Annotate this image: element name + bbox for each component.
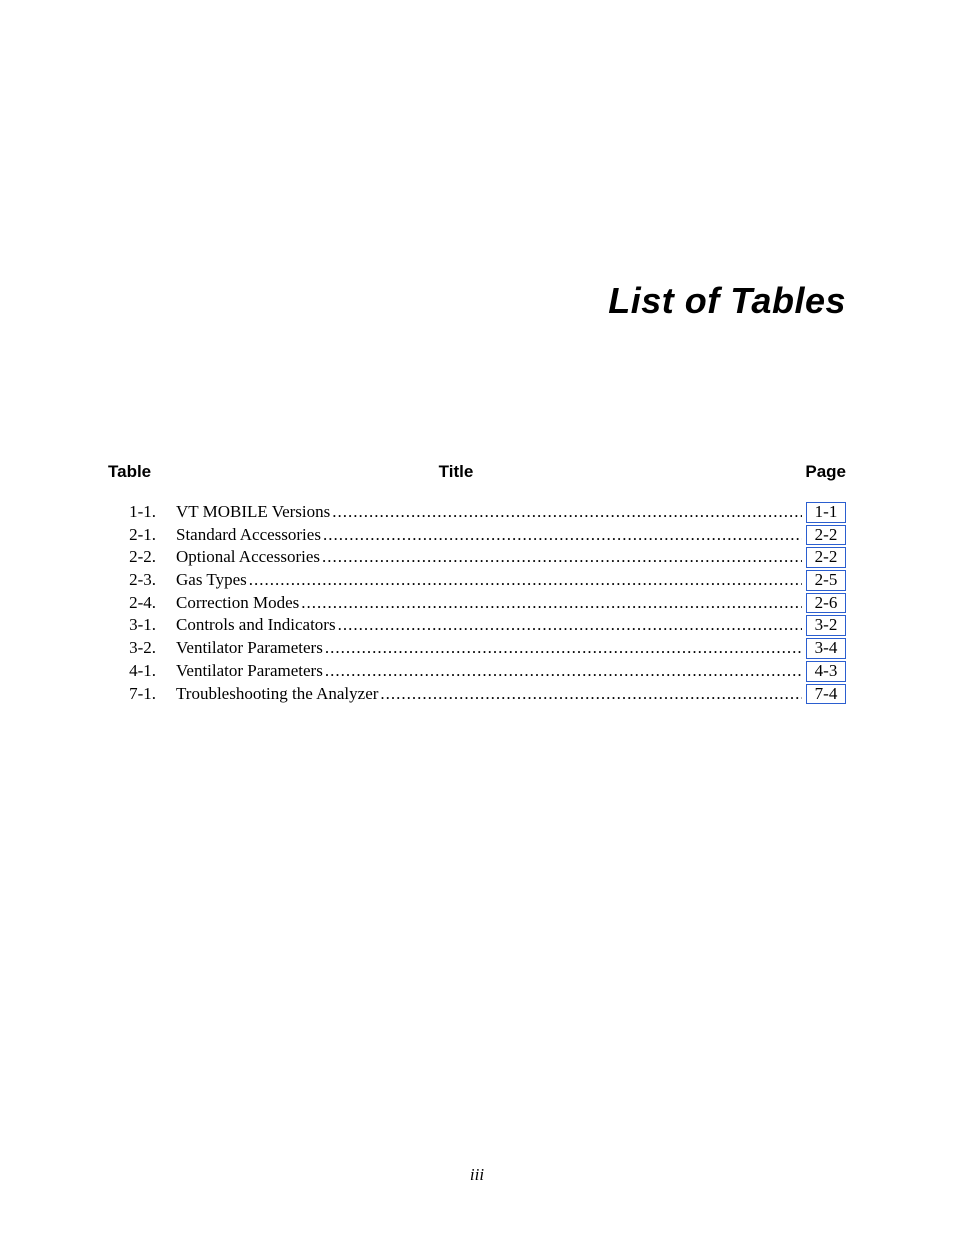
entry-number: 4-1. bbox=[108, 661, 156, 681]
dot-leader bbox=[336, 615, 802, 635]
entry-number: 2-3. bbox=[108, 570, 156, 590]
entry-page-link[interactable]: 1-1 bbox=[806, 502, 846, 523]
dot-leader bbox=[323, 638, 802, 658]
toc-row: 2-1. Standard Accessories 2-2 bbox=[108, 525, 846, 546]
header-title: Title bbox=[176, 462, 786, 482]
header-table: Table bbox=[108, 462, 176, 482]
page-title: List of Tables bbox=[108, 0, 846, 322]
dot-leader bbox=[378, 684, 802, 704]
entry-number: 2-1. bbox=[108, 525, 156, 545]
entry-page-link[interactable]: 2-6 bbox=[806, 593, 846, 614]
entry-title: Correction Modes bbox=[176, 593, 299, 613]
entry-number: 7-1. bbox=[108, 684, 156, 704]
dot-leader bbox=[320, 547, 802, 567]
entry-title: Standard Accessories bbox=[176, 525, 321, 545]
entry-page-link[interactable]: 3-2 bbox=[806, 615, 846, 636]
page-container: List of Tables Table Title Page 1-1. VT … bbox=[0, 0, 954, 1235]
entry-number: 3-2. bbox=[108, 638, 156, 658]
entry-page-link[interactable]: 2-2 bbox=[806, 525, 846, 546]
dot-leader bbox=[247, 570, 802, 590]
toc-row: 2-2. Optional Accessories 2-2 bbox=[108, 547, 846, 568]
entry-page-link[interactable]: 2-2 bbox=[806, 547, 846, 568]
entry-title: Gas Types bbox=[176, 570, 247, 590]
entry-title: Optional Accessories bbox=[176, 547, 320, 567]
toc-container: Table Title Page 1-1. VT MOBILE Versions… bbox=[108, 462, 846, 704]
entry-title: Troubleshooting the Analyzer bbox=[176, 684, 378, 704]
toc-header: Table Title Page bbox=[108, 462, 846, 482]
toc-row: 4-1. Ventilator Parameters 4-3 bbox=[108, 661, 846, 682]
toc-entries: 1-1. VT MOBILE Versions 1-1 2-1. Standar… bbox=[108, 502, 846, 704]
entry-page-link[interactable]: 2-5 bbox=[806, 570, 846, 591]
entry-title: Ventilator Parameters bbox=[176, 661, 323, 681]
dot-leader bbox=[321, 525, 802, 545]
dot-leader bbox=[330, 502, 802, 522]
toc-row: 1-1. VT MOBILE Versions 1-1 bbox=[108, 502, 846, 523]
entry-page-link[interactable]: 4-3 bbox=[806, 661, 846, 682]
entry-number: 2-2. bbox=[108, 547, 156, 567]
entry-number: 3-1. bbox=[108, 615, 156, 635]
toc-row: 2-4. Correction Modes 2-6 bbox=[108, 593, 846, 614]
entry-number: 2-4. bbox=[108, 593, 156, 613]
toc-row: 3-2. Ventilator Parameters 3-4 bbox=[108, 638, 846, 659]
toc-row: 3-1. Controls and Indicators 3-2 bbox=[108, 615, 846, 636]
dot-leader bbox=[323, 661, 802, 681]
entry-page-link[interactable]: 3-4 bbox=[806, 638, 846, 659]
dot-leader bbox=[299, 593, 802, 613]
entry-title: Controls and Indicators bbox=[176, 615, 336, 635]
entry-page-link[interactable]: 7-4 bbox=[806, 684, 846, 705]
entry-title: Ventilator Parameters bbox=[176, 638, 323, 658]
toc-row: 7-1. Troubleshooting the Analyzer 7-4 bbox=[108, 684, 846, 705]
entry-number: 1-1. bbox=[108, 502, 156, 522]
header-page: Page bbox=[786, 462, 846, 482]
entry-title: VT MOBILE Versions bbox=[176, 502, 330, 522]
toc-row: 2-3. Gas Types 2-5 bbox=[108, 570, 846, 591]
page-number: iii bbox=[0, 1165, 954, 1185]
